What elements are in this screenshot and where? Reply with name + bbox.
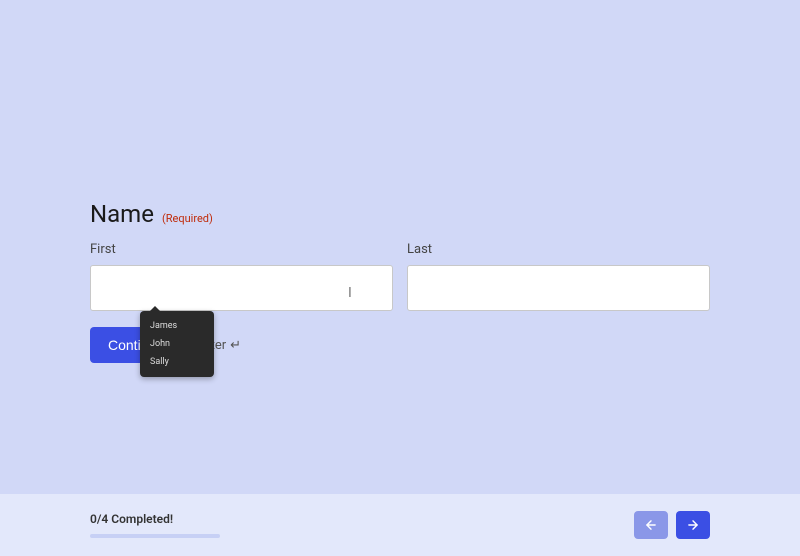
fields-row: First Last bbox=[90, 242, 710, 311]
last-name-input[interactable] bbox=[407, 265, 710, 311]
form-title: Name bbox=[90, 200, 154, 228]
progress-wrap: 0/4 Completed! bbox=[90, 512, 634, 538]
prev-button[interactable] bbox=[634, 511, 668, 539]
footer-bar: 0/4 Completed! bbox=[0, 494, 800, 556]
required-indicator: (Required) bbox=[162, 212, 213, 225]
title-row: Name (Required) bbox=[90, 200, 710, 228]
enter-key-icon: ↵ bbox=[230, 338, 241, 353]
progress-text: 0/4 Completed! bbox=[90, 512, 634, 526]
first-name-field-wrap: First bbox=[90, 242, 393, 311]
progress-bar bbox=[90, 534, 220, 538]
first-name-label: First bbox=[90, 242, 393, 257]
last-name-label: Last bbox=[407, 242, 710, 257]
autocomplete-item[interactable]: Sally bbox=[140, 353, 214, 371]
autocomplete-item[interactable]: John bbox=[140, 335, 214, 353]
autocomplete-dropdown: James John Sally bbox=[140, 311, 214, 377]
first-name-input[interactable] bbox=[90, 265, 393, 311]
arrow-right-icon bbox=[686, 518, 700, 532]
nav-buttons bbox=[634, 511, 710, 539]
last-name-field-wrap: Last bbox=[407, 242, 710, 311]
arrow-left-icon bbox=[644, 518, 658, 532]
next-button[interactable] bbox=[676, 511, 710, 539]
autocomplete-item[interactable]: James bbox=[140, 317, 214, 335]
